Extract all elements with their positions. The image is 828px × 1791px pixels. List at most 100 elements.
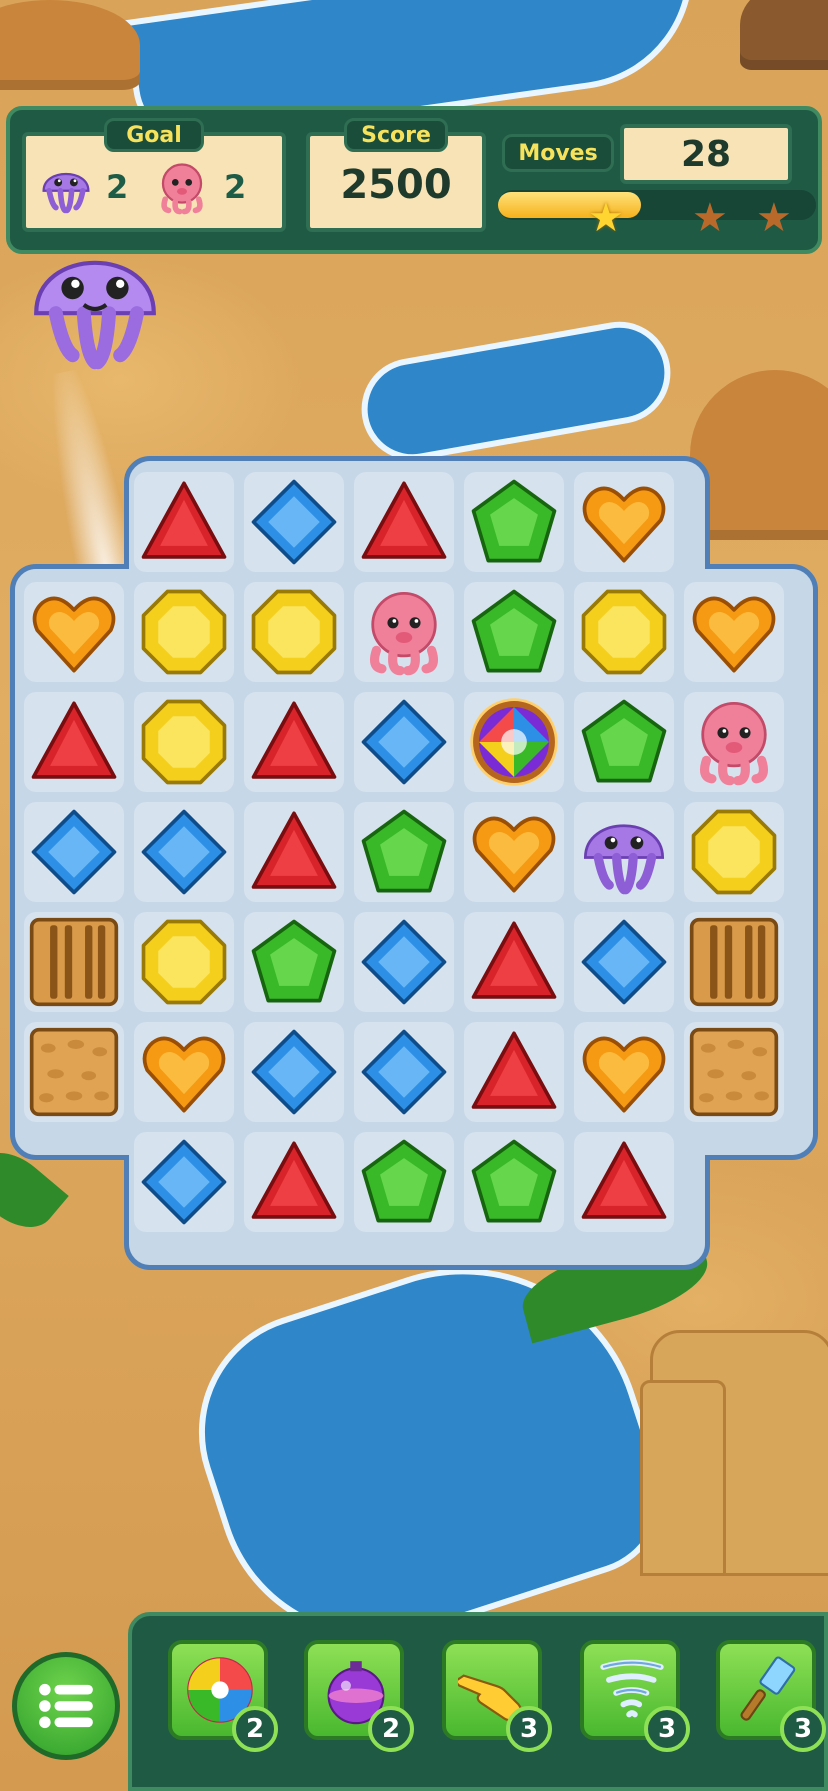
jellyfish-icon xyxy=(583,824,665,895)
menu-icon xyxy=(39,1683,93,1729)
goal-count-jellyfish: 2 xyxy=(106,168,129,206)
orange-heart-piece[interactable] xyxy=(464,802,564,902)
blue-diamond-icon xyxy=(31,809,117,895)
sand-block-icon xyxy=(689,1027,779,1117)
green-pentagon-icon xyxy=(251,919,337,1003)
rainbow-orb-piece[interactable] xyxy=(464,692,564,792)
green-pentagon-piece[interactable] xyxy=(354,1132,454,1232)
green-pentagon-piece[interactable] xyxy=(354,802,454,902)
yellow-octagon-piece[interactable] xyxy=(574,582,674,682)
sandcastle-tower xyxy=(640,1380,726,1576)
goal-label: Goal xyxy=(104,118,204,152)
blue-diamond-piece[interactable] xyxy=(134,1132,234,1232)
octopus-piece[interactable] xyxy=(684,692,784,792)
orange-heart-piece[interactable] xyxy=(574,472,674,572)
blue-diamond-piece[interactable] xyxy=(354,1022,454,1122)
blue-diamond-piece[interactable] xyxy=(24,802,124,902)
red-triangle-piece[interactable] xyxy=(464,912,564,1012)
score-number: 2500 xyxy=(340,162,452,208)
red-triangle-piece[interactable] xyxy=(244,1132,344,1232)
red-triangle-icon xyxy=(31,701,117,779)
red-triangle-piece[interactable] xyxy=(134,472,234,572)
red-triangle-piece[interactable] xyxy=(574,1132,674,1232)
green-pentagon-piece[interactable] xyxy=(464,1132,564,1232)
star-icon: ★ xyxy=(692,195,728,241)
orange-heart-piece[interactable] xyxy=(684,582,784,682)
booster-bomb[interactable]: 2 xyxy=(304,1640,414,1752)
green-pentagon-piece[interactable] xyxy=(464,472,564,572)
yellow-octagon-piece[interactable] xyxy=(134,692,234,792)
green-pentagon-piece[interactable] xyxy=(244,912,344,1012)
yellow-octagon-icon xyxy=(691,809,777,895)
blue-diamond-piece[interactable] xyxy=(244,472,344,572)
red-triangle-piece[interactable] xyxy=(244,802,344,902)
booster-count-badge: 3 xyxy=(506,1706,552,1752)
blue-diamond-icon xyxy=(361,919,447,1005)
red-triangle-piece[interactable] xyxy=(24,692,124,792)
star-icon: ★ xyxy=(756,195,792,241)
sand-block-icon xyxy=(29,1027,119,1117)
yellow-octagon-icon xyxy=(251,589,337,675)
red-triangle-icon xyxy=(251,1141,337,1219)
green-pentagon-piece[interactable] xyxy=(464,582,564,682)
star-icon: ★ xyxy=(588,195,624,241)
green-pentagon-icon xyxy=(361,809,447,893)
sand-block-piece[interactable] xyxy=(684,1022,784,1122)
crate-barrier-piece[interactable] xyxy=(24,912,124,1012)
booster-pointing-hand[interactable]: 3 xyxy=(442,1640,552,1752)
rainbow-orb-icon xyxy=(470,698,558,786)
booster-tornado[interactable]: 3 xyxy=(580,1640,690,1752)
orange-heart-piece[interactable] xyxy=(574,1022,674,1122)
crate-barrier-icon xyxy=(689,917,779,1007)
blue-diamond-icon xyxy=(581,919,667,1005)
menu-button[interactable] xyxy=(12,1652,120,1760)
crate-barrier-piece[interactable] xyxy=(684,912,784,1012)
red-triangle-icon xyxy=(581,1141,667,1219)
yellow-octagon-icon xyxy=(581,589,667,675)
yellow-octagon-piece[interactable] xyxy=(134,582,234,682)
red-triangle-icon xyxy=(361,481,447,559)
blue-diamond-piece[interactable] xyxy=(354,912,454,1012)
red-triangle-icon xyxy=(471,1031,557,1109)
orange-heart-piece[interactable] xyxy=(24,582,124,682)
booster-count-badge: 3 xyxy=(644,1706,690,1752)
moves-panel: 28 xyxy=(620,124,792,184)
green-pentagon-piece[interactable] xyxy=(574,692,674,792)
green-pentagon-icon xyxy=(361,1139,447,1223)
red-triangle-piece[interactable] xyxy=(464,1022,564,1122)
octopus-piece[interactable] xyxy=(354,582,454,682)
flying-jellyfish xyxy=(22,232,168,372)
booster-count-badge: 2 xyxy=(232,1706,278,1752)
blue-diamond-piece[interactable] xyxy=(354,692,454,792)
red-triangle-piece[interactable] xyxy=(244,692,344,792)
blue-diamond-piece[interactable] xyxy=(244,1022,344,1122)
goal-item-jellyfish xyxy=(38,160,94,216)
yellow-octagon-icon xyxy=(141,919,227,1005)
orange-heart-icon xyxy=(142,1036,226,1113)
booster-swirl-candy[interactable]: 2 xyxy=(168,1640,278,1752)
blue-diamond-icon xyxy=(141,809,227,895)
yellow-octagon-piece[interactable] xyxy=(684,802,784,902)
booster-wand[interactable]: 3 xyxy=(716,1640,826,1752)
goal-item-octopus xyxy=(154,160,210,216)
blue-diamond-piece[interactable] xyxy=(574,912,674,1012)
red-triangle-icon xyxy=(251,701,337,779)
hut-top-right xyxy=(740,0,828,70)
red-triangle-piece[interactable] xyxy=(354,472,454,572)
moves-label: Moves xyxy=(502,134,614,172)
blue-diamond-icon xyxy=(251,479,337,565)
sand-block-piece[interactable] xyxy=(24,1022,124,1122)
green-pentagon-icon xyxy=(471,1139,557,1223)
orange-heart-piece[interactable] xyxy=(134,1022,234,1122)
booster-count-badge: 2 xyxy=(368,1706,414,1752)
yellow-octagon-piece[interactable] xyxy=(244,582,344,682)
yellow-octagon-icon xyxy=(141,699,227,785)
octopus-icon xyxy=(161,163,203,215)
crate-barrier-icon xyxy=(29,917,119,1007)
blue-diamond-piece[interactable] xyxy=(134,802,234,902)
orange-heart-icon xyxy=(582,486,666,563)
blue-diamond-icon xyxy=(251,1029,337,1115)
yellow-octagon-piece[interactable] xyxy=(134,912,234,1012)
jellyfish-piece[interactable] xyxy=(574,802,674,902)
octopus-icon xyxy=(699,701,769,786)
